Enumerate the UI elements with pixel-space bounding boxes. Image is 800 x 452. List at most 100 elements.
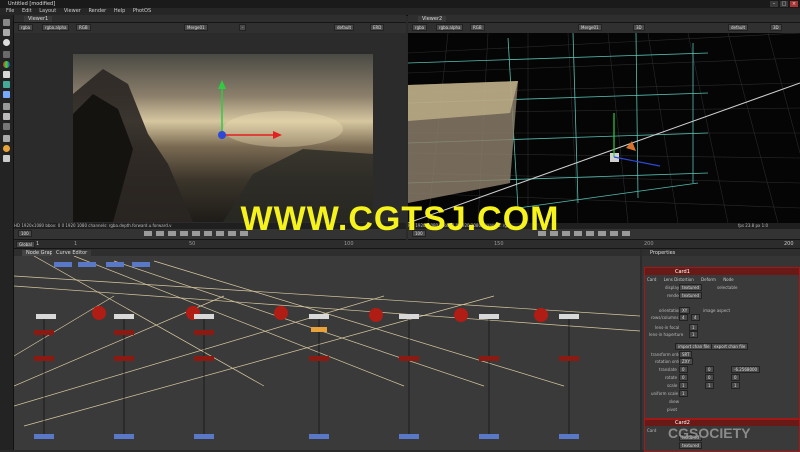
axis-node[interactable] xyxy=(534,308,548,322)
scale-z-field[interactable]: 1 xyxy=(731,382,740,389)
read-node[interactable] xyxy=(106,262,124,267)
v2-channels-dropdown[interactable]: rgba xyxy=(412,24,428,31)
timeline-mode-dropdown[interactable]: Global xyxy=(16,241,35,248)
other-tool-icon[interactable] xyxy=(3,145,10,152)
translate-y-field[interactable]: 0 xyxy=(705,366,714,373)
zoom-dropdown[interactable]: ERD xyxy=(370,24,385,31)
scale-x-field[interactable]: 1 xyxy=(679,382,688,389)
transform-node[interactable] xyxy=(194,330,214,335)
tab-card[interactable]: Card xyxy=(647,277,656,282)
axis-node[interactable] xyxy=(454,308,468,322)
card-node[interactable] xyxy=(36,314,56,319)
v2-input-a-dropdown[interactable]: Merge01 xyxy=(578,24,602,31)
card-node[interactable] xyxy=(559,314,579,319)
lens-in-focal-field[interactable]: 1 xyxy=(689,324,698,331)
minimize-button[interactable]: – xyxy=(770,1,778,7)
clock-tool-icon[interactable] xyxy=(3,39,10,46)
tab-viewer1[interactable]: Viewer1 xyxy=(24,16,53,22)
write-node[interactable] xyxy=(114,434,134,439)
read-node[interactable] xyxy=(78,262,96,267)
card-node[interactable] xyxy=(479,314,499,319)
write-node[interactable] xyxy=(479,434,499,439)
columns-field[interactable]: 4 xyxy=(691,314,700,321)
tab-node[interactable]: Node xyxy=(723,277,733,282)
transform-node[interactable] xyxy=(559,356,579,361)
read-node[interactable] xyxy=(132,262,150,267)
write-node[interactable] xyxy=(194,434,214,439)
v2-zoom-dropdown[interactable]: 3D xyxy=(770,24,782,31)
export-chan-button[interactable]: export chan file xyxy=(711,343,749,350)
v2-channel-select-dropdown[interactable]: rgba.alpha xyxy=(436,24,464,31)
colorspace-dropdown[interactable]: RGB xyxy=(76,24,91,31)
image-aspect-checkbox[interactable]: image aspect xyxy=(703,308,730,313)
transform-tool-icon[interactable] xyxy=(3,103,10,110)
input-b-dropdown[interactable]: - xyxy=(239,24,247,31)
transform-order-dropdown[interactable]: SRT xyxy=(679,351,693,358)
render-dropdown[interactable]: textured xyxy=(679,292,702,299)
write-node[interactable] xyxy=(34,434,54,439)
orientation-dropdown[interactable]: XY xyxy=(679,307,691,314)
card-node[interactable] xyxy=(194,314,214,319)
viewer2-3d-canvas[interactable] xyxy=(408,33,800,223)
v2-colorspace-dropdown[interactable]: RGB xyxy=(470,24,485,31)
scale-y-field[interactable]: 1 xyxy=(705,382,714,389)
axis-node[interactable] xyxy=(369,308,383,322)
selectable-label[interactable]: selectable xyxy=(717,285,737,290)
transform-node[interactable] xyxy=(34,330,54,335)
views-tool-icon[interactable] xyxy=(3,123,10,130)
card2-tab[interactable]: Card xyxy=(647,428,656,433)
color-tool-icon[interactable] xyxy=(3,61,10,68)
menu-viewer[interactable]: Viewer xyxy=(64,8,81,15)
rotation-order-dropdown[interactable]: ZXY xyxy=(679,358,693,365)
card-node[interactable] xyxy=(309,314,329,319)
transform-node[interactable] xyxy=(194,356,214,361)
transform-node[interactable] xyxy=(34,356,54,361)
keyer-tool-icon[interactable] xyxy=(3,81,10,88)
tab-deform[interactable]: Deform xyxy=(701,277,716,282)
tab-viewer2[interactable]: Viewer2 xyxy=(418,16,447,22)
card-node[interactable] xyxy=(114,314,134,319)
rows-field[interactable]: 4 xyxy=(679,314,688,321)
v2-input-b-dropdown[interactable]: 3D xyxy=(633,24,645,31)
translate-x-field[interactable]: 0 xyxy=(679,366,688,373)
card-node[interactable] xyxy=(399,314,419,319)
channel-tool-icon[interactable] xyxy=(3,51,10,58)
transform-node[interactable] xyxy=(479,356,499,361)
node-graph-canvas[interactable] xyxy=(14,256,640,450)
menu-photos[interactable]: PhotOS xyxy=(133,8,151,15)
write-node[interactable] xyxy=(559,434,579,439)
furnace-tool-icon[interactable] xyxy=(3,155,10,162)
uniform-scale-field[interactable]: 1 xyxy=(679,390,688,397)
import-chan-button[interactable]: import chan file xyxy=(675,343,713,350)
menu-layout[interactable]: Layout xyxy=(39,8,56,15)
transform-node[interactable] xyxy=(309,356,329,361)
display-dropdown[interactable]: textured xyxy=(679,284,702,291)
tab-lens-distortion[interactable]: Lens Distortion xyxy=(664,277,694,282)
input-a-dropdown[interactable]: Merge01 xyxy=(184,24,208,31)
axis-node[interactable] xyxy=(92,306,106,320)
close-button[interactable]: × xyxy=(790,1,798,7)
lens-haperture-field[interactable]: 1 xyxy=(689,331,698,338)
transform-node[interactable] xyxy=(114,356,134,361)
pointer-tool-icon[interactable] xyxy=(3,19,10,26)
transform-node[interactable] xyxy=(114,330,134,335)
rotate-y-field[interactable]: 0 xyxy=(705,374,714,381)
write-node[interactable] xyxy=(309,434,329,439)
channel-select-dropdown[interactable]: rgba.alpha xyxy=(42,24,70,31)
v2-lut-dropdown[interactable]: default xyxy=(728,24,749,31)
lut-dropdown[interactable]: default xyxy=(334,24,355,31)
rotate-z-field[interactable]: 0 xyxy=(731,374,740,381)
filter-tool-icon[interactable] xyxy=(3,71,10,78)
card1-name[interactable]: Card1 xyxy=(675,269,690,275)
read-node[interactable] xyxy=(54,262,72,267)
card2-render-dropdown[interactable]: textured xyxy=(679,442,702,449)
timeline[interactable]: Global 1 1 50 100 150 200 200 xyxy=(14,240,800,249)
menu-file[interactable]: File xyxy=(6,8,14,15)
transform-node[interactable] xyxy=(399,356,419,361)
3d-tool-icon[interactable] xyxy=(3,113,10,120)
maximize-button[interactable]: □ xyxy=(780,1,788,7)
transform-gizmo-icon[interactable] xyxy=(200,75,290,145)
menu-help[interactable]: Help xyxy=(114,8,125,15)
selected-card-node[interactable] xyxy=(311,327,327,332)
paint-tool-icon[interactable] xyxy=(3,29,10,36)
